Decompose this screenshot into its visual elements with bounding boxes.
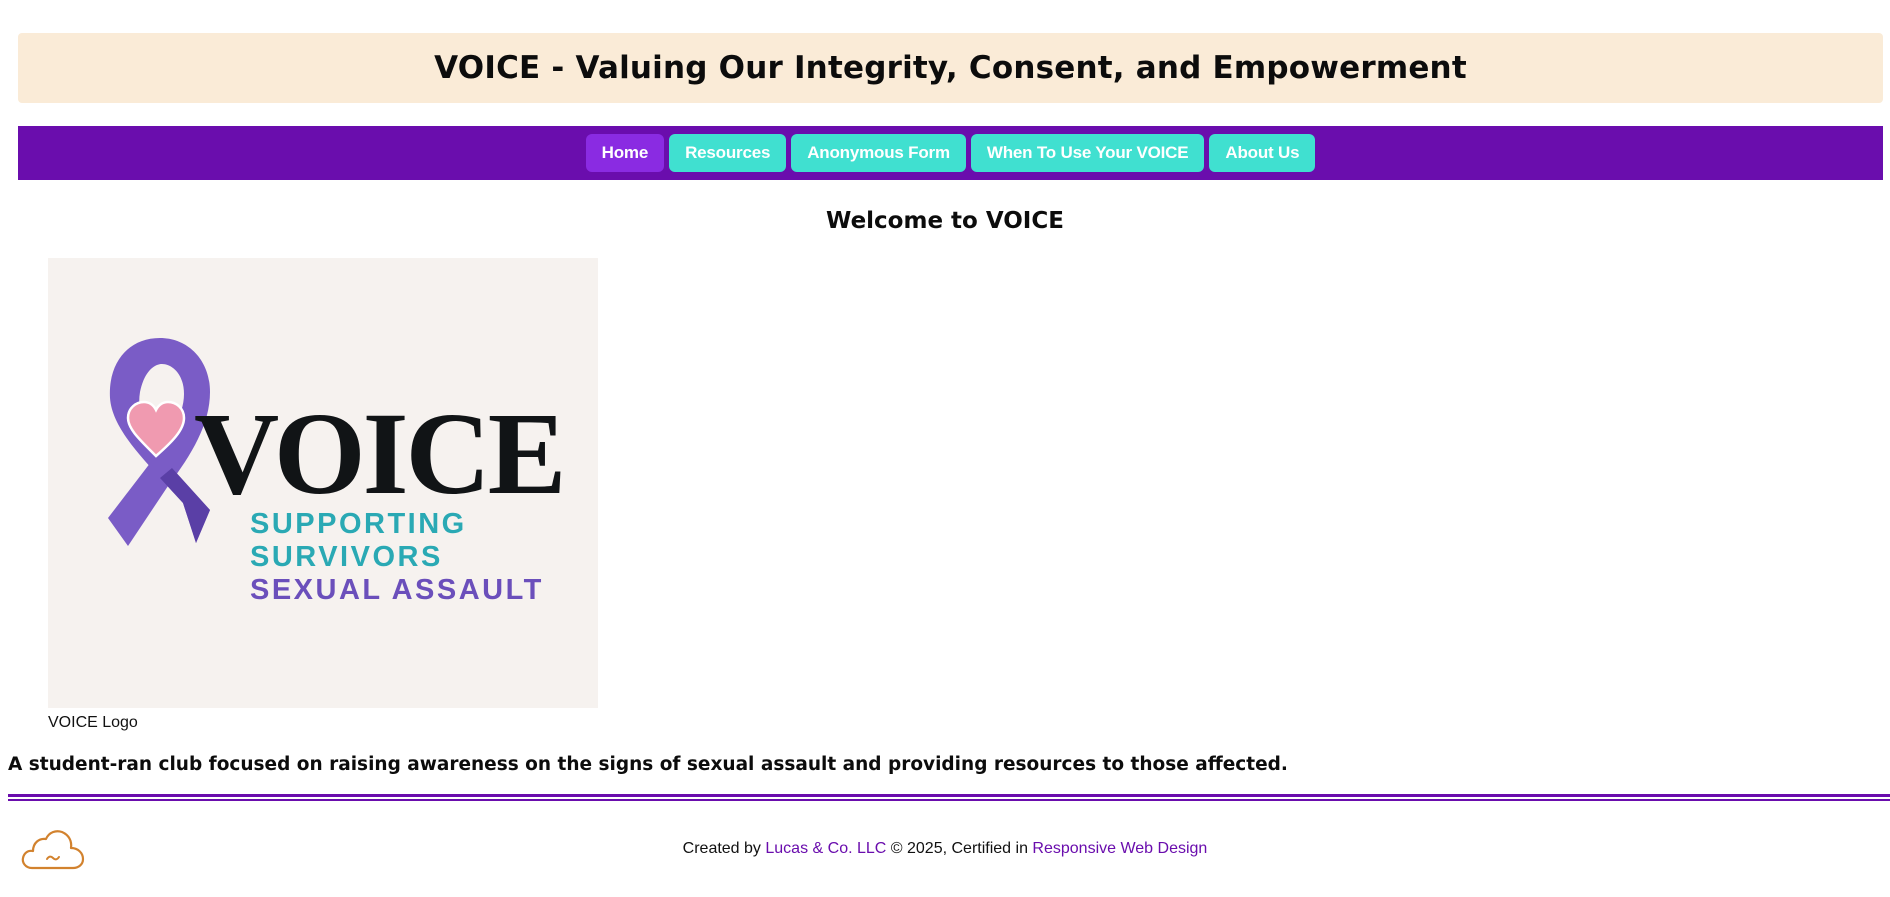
- nav-home-button[interactable]: Home: [585, 134, 665, 172]
- nav-when-to-use-button[interactable]: When To Use Your VOICE: [970, 134, 1205, 172]
- certification-link[interactable]: Responsive Web Design: [1032, 840, 1207, 857]
- company-link[interactable]: Lucas & Co. LLC: [765, 840, 886, 857]
- site-header: VOICE - Valuing Our Integrity, Consent, …: [18, 33, 1883, 103]
- footer: Created by Lucas & Co. LLC © 2025, Certi…: [0, 840, 1890, 858]
- welcome-heading: Welcome to VOICE: [826, 208, 1064, 234]
- logo-caption: VOICE Logo: [48, 714, 138, 731]
- site-title: VOICE - Valuing Our Integrity, Consent, …: [434, 50, 1467, 86]
- nav-anonymous-form-button[interactable]: Anonymous Form: [791, 134, 966, 172]
- logo-wordmark: VOICE: [194, 388, 566, 519]
- club-tagline: A student-ran club focused on raising aw…: [8, 754, 1288, 775]
- nav-about-us-button[interactable]: About Us: [1209, 134, 1316, 172]
- footer-prefix: Created by: [682, 840, 766, 857]
- main-nav: Home Resources Anonymous Form When To Us…: [18, 126, 1883, 180]
- logo-figure: VOICE SUPPORTING SURVIVORS SEXUAL ASSAUL…: [48, 258, 598, 731]
- logo-line-survivors: SURVIVORS: [250, 541, 443, 573]
- footer-divider: [8, 794, 1890, 801]
- voice-logo-image: VOICE SUPPORTING SURVIVORS SEXUAL ASSAUL…: [48, 258, 598, 708]
- logo-line-sexual-assault: SEXUAL ASSAULT: [250, 574, 544, 606]
- nav-resources-button[interactable]: Resources: [669, 134, 787, 172]
- logo-line-supporting: SUPPORTING: [250, 508, 467, 540]
- footer-middle: © 2025, Certified in: [886, 840, 1033, 857]
